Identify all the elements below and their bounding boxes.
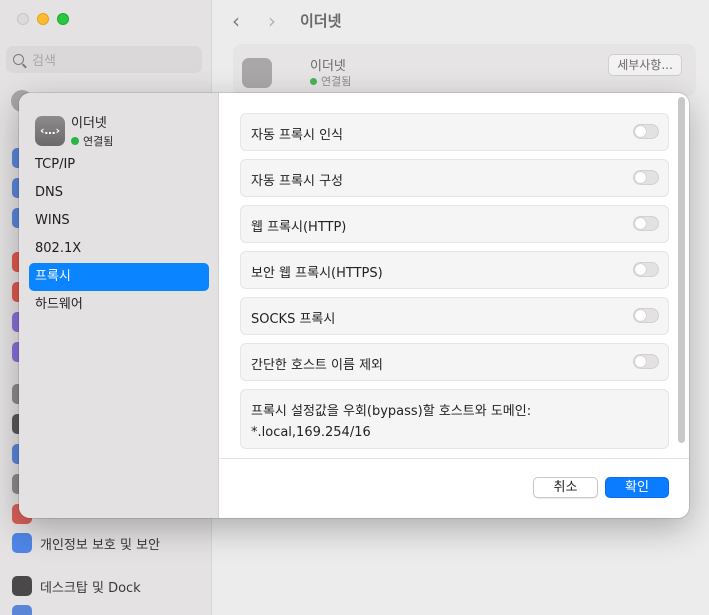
exclude-simple-hostnames-toggle[interactable] xyxy=(633,354,659,369)
nav-item-tcpip[interactable]: TCP/IP xyxy=(29,151,209,179)
window-zoom-button[interactable] xyxy=(57,13,69,25)
proxy-option-row: 간단한 호스트 이름 제외 xyxy=(240,343,669,381)
proxy-option-label: 간단한 호스트 이름 제외 xyxy=(251,358,383,373)
socks-proxy-toggle[interactable] xyxy=(633,308,659,323)
window-minimize-button[interactable] xyxy=(37,13,49,25)
proxy-option-row: 보안 웹 프록시(HTTPS) xyxy=(240,251,669,289)
proxy-settings-sheet: ‹…› 이더넷 연결됨 TCP/IP DNS WINS 802.1X 프록시 하… xyxy=(19,93,689,518)
background-search-field[interactable]: 검색 xyxy=(6,46,202,73)
search-placeholder: 검색 xyxy=(32,54,56,69)
sidebar-icon xyxy=(12,605,32,615)
panel-scrollbar[interactable] xyxy=(678,97,685,443)
nav-item-dns[interactable]: DNS xyxy=(29,179,209,207)
details-button[interactable]: 세부사항... xyxy=(608,54,682,76)
nav-item-wins[interactable]: WINS xyxy=(29,207,209,235)
sidebar-item-label: 데스크탑 및 Dock xyxy=(40,580,141,596)
auto-proxy-config-toggle[interactable] xyxy=(633,170,659,185)
hand-icon xyxy=(12,533,32,553)
interface-status-label: 연결됨 xyxy=(83,135,114,148)
dock-icon xyxy=(12,576,32,596)
sidebar-item-label: 개인정보 보호 및 보안 xyxy=(40,537,161,553)
ethernet-name: 이더넷 xyxy=(310,59,346,74)
nav-item-8021x[interactable]: 802.1X xyxy=(29,235,209,263)
proxy-option-label: 보안 웹 프록시(HTTPS) xyxy=(251,266,383,281)
auto-proxy-discovery-toggle[interactable] xyxy=(633,124,659,139)
sidebar-item-desktop-dock[interactable]: 데스크탑 및 Dock xyxy=(12,576,141,596)
ethernet-icon: ‹…› xyxy=(35,115,65,146)
ethernet-status: 연결됨 xyxy=(310,73,351,89)
footer-divider xyxy=(220,458,689,459)
sheet-sidebar: ‹…› 이더넷 연결됨 TCP/IP DNS WINS 802.1X 프록시 하… xyxy=(19,93,219,518)
page-title: 이더넷 xyxy=(300,12,342,30)
ok-button[interactable]: 확인 xyxy=(605,477,669,498)
proxy-option-label: 자동 프록시 구성 xyxy=(251,174,343,189)
sidebar-item-privacy[interactable]: 개인정보 보호 및 보안 xyxy=(12,533,160,553)
https-proxy-toggle[interactable] xyxy=(633,262,659,277)
bypass-label: 프록시 설정값을 우회(bypass)할 호스트와 도메인: xyxy=(251,404,532,419)
nav-item-hardware[interactable]: 하드웨어 xyxy=(29,291,209,319)
proxy-option-row: SOCKS 프록시 xyxy=(240,297,669,335)
sheet-sidebar-header: ‹…› 이더넷 연결됨 xyxy=(35,112,113,149)
forward-button[interactable]: › xyxy=(268,9,276,33)
search-icon xyxy=(13,54,24,65)
connected-dot-icon xyxy=(71,137,79,145)
sheet-nav: TCP/IP DNS WINS 802.1X 프록시 하드웨어 xyxy=(29,151,209,319)
ethernet-icon xyxy=(242,58,272,88)
ethernet-status-label: 연결됨 xyxy=(321,75,352,88)
proxy-option-row: 자동 프록시 인식 xyxy=(240,113,669,151)
proxy-option-label: 웹 프록시(HTTP) xyxy=(251,220,347,235)
proxy-panel: 자동 프록시 인식 자동 프록시 구성 웹 프록시(HTTP) 보안 웹 프록시… xyxy=(220,93,689,458)
proxy-option-row: 웹 프록시(HTTP) xyxy=(240,205,669,243)
interface-status: 연결됨 xyxy=(71,133,113,149)
interface-name: 이더넷 xyxy=(71,116,107,131)
proxy-option-label: 자동 프록시 인식 xyxy=(251,128,343,143)
http-proxy-toggle[interactable] xyxy=(633,216,659,231)
bypass-hosts-field[interactable]: *.local,169.254/16 xyxy=(251,425,371,440)
nav-item-proxy[interactable]: 프록시 xyxy=(29,263,209,291)
window-close-button[interactable] xyxy=(17,13,29,25)
status-dot-icon xyxy=(310,78,317,85)
bypass-hosts-box: 프록시 설정값을 우회(bypass)할 호스트와 도메인: *.local,1… xyxy=(240,389,669,449)
back-button[interactable]: ‹ xyxy=(232,9,240,33)
cancel-button[interactable]: 취소 xyxy=(533,477,598,498)
proxy-option-label: SOCKS 프록시 xyxy=(251,312,336,327)
proxy-option-row: 자동 프록시 구성 xyxy=(240,159,669,197)
